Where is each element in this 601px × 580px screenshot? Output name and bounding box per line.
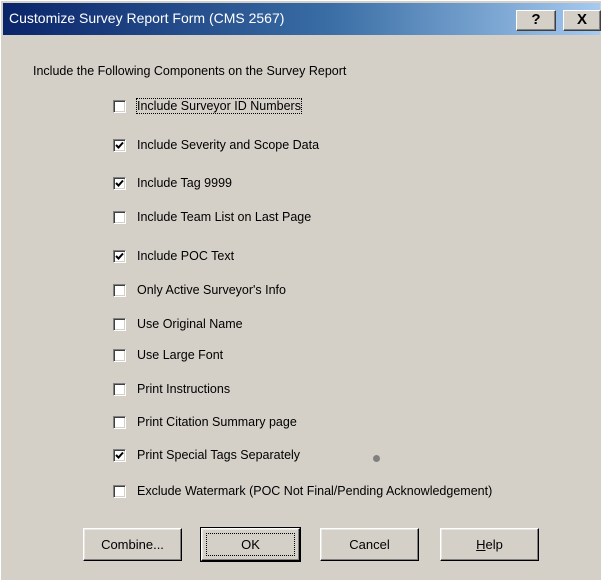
checkmark-icon (115, 252, 124, 260)
focus-rect (206, 533, 295, 556)
help-hotkey: H (476, 537, 486, 552)
option-label: Print Instructions (137, 382, 231, 396)
checkbox[interactable] (113, 484, 126, 498)
title-bar[interactable]: Customize Survey Report Form (CMS 2567) … (3, 3, 601, 35)
option-row[interactable]: Include POC Text (113, 245, 234, 267)
checkmark-icon (115, 451, 124, 459)
option-label: Only Active Surveyor's Info (137, 283, 286, 297)
help-title-button[interactable]: ? (516, 10, 556, 31)
dialog-window: Customize Survey Report Form (CMS 2567) … (0, 0, 601, 580)
checkbox[interactable] (113, 448, 126, 462)
option-label: Use Original Name (137, 317, 243, 331)
window-title: Customize Survey Report Form (CMS 2567) (9, 10, 285, 26)
option-label: Include Team List on Last Page (137, 210, 312, 224)
checkbox[interactable] (113, 317, 126, 331)
help-button[interactable]: Help (440, 528, 539, 561)
option-label: Include POC Text (137, 249, 235, 263)
cancel-button[interactable]: Cancel (320, 528, 419, 561)
instructions-label: Include the Following Components on the … (33, 64, 347, 78)
option-row[interactable]: Include Surveyor ID Numbers (113, 95, 302, 117)
option-row[interactable]: Only Active Surveyor's Info (113, 279, 286, 301)
option-row[interactable]: Include Tag 9999 (113, 172, 232, 194)
option-row[interactable]: Print Special Tags Separately (113, 444, 300, 466)
checkbox[interactable] (113, 249, 126, 263)
checkbox[interactable] (113, 210, 126, 224)
checkbox[interactable] (113, 138, 126, 152)
option-row[interactable]: Print Citation Summary page (113, 411, 297, 433)
checkbox[interactable] (113, 99, 126, 113)
combine-button[interactable]: Combine... (83, 528, 182, 561)
option-row[interactable]: Use Original Name (113, 313, 243, 335)
option-row[interactable]: Include Severity and Scope Data (113, 134, 319, 156)
checkbox[interactable] (113, 382, 126, 396)
option-label: Include Surveyor ID Numbers (136, 98, 302, 114)
ok-button[interactable]: OK (200, 527, 301, 562)
option-label: Print Citation Summary page (137, 415, 297, 429)
option-row[interactable]: Include Team List on Last Page (113, 206, 311, 228)
help-label-rest: elp (485, 537, 503, 552)
checkbox[interactable] (113, 415, 126, 429)
option-row[interactable]: Print Instructions (113, 378, 230, 400)
option-row[interactable]: Exclude Watermark (POC Not Final/Pending… (113, 480, 492, 502)
option-label: Include Severity and Scope Data (137, 138, 320, 152)
status-dot-icon (373, 455, 380, 462)
option-label: Include Tag 9999 (137, 176, 232, 190)
checkmark-icon (115, 141, 124, 149)
close-button[interactable]: X (563, 10, 601, 31)
option-label: Exclude Watermark (POC Not Final/Pending… (137, 484, 493, 498)
checkbox[interactable] (113, 348, 126, 362)
checkbox[interactable] (113, 283, 126, 297)
checkbox[interactable] (113, 176, 126, 190)
option-row[interactable]: Use Large Font (113, 344, 223, 366)
option-label: Print Special Tags Separately (137, 448, 301, 462)
option-label: Use Large Font (137, 348, 224, 362)
checkmark-icon (115, 179, 124, 187)
